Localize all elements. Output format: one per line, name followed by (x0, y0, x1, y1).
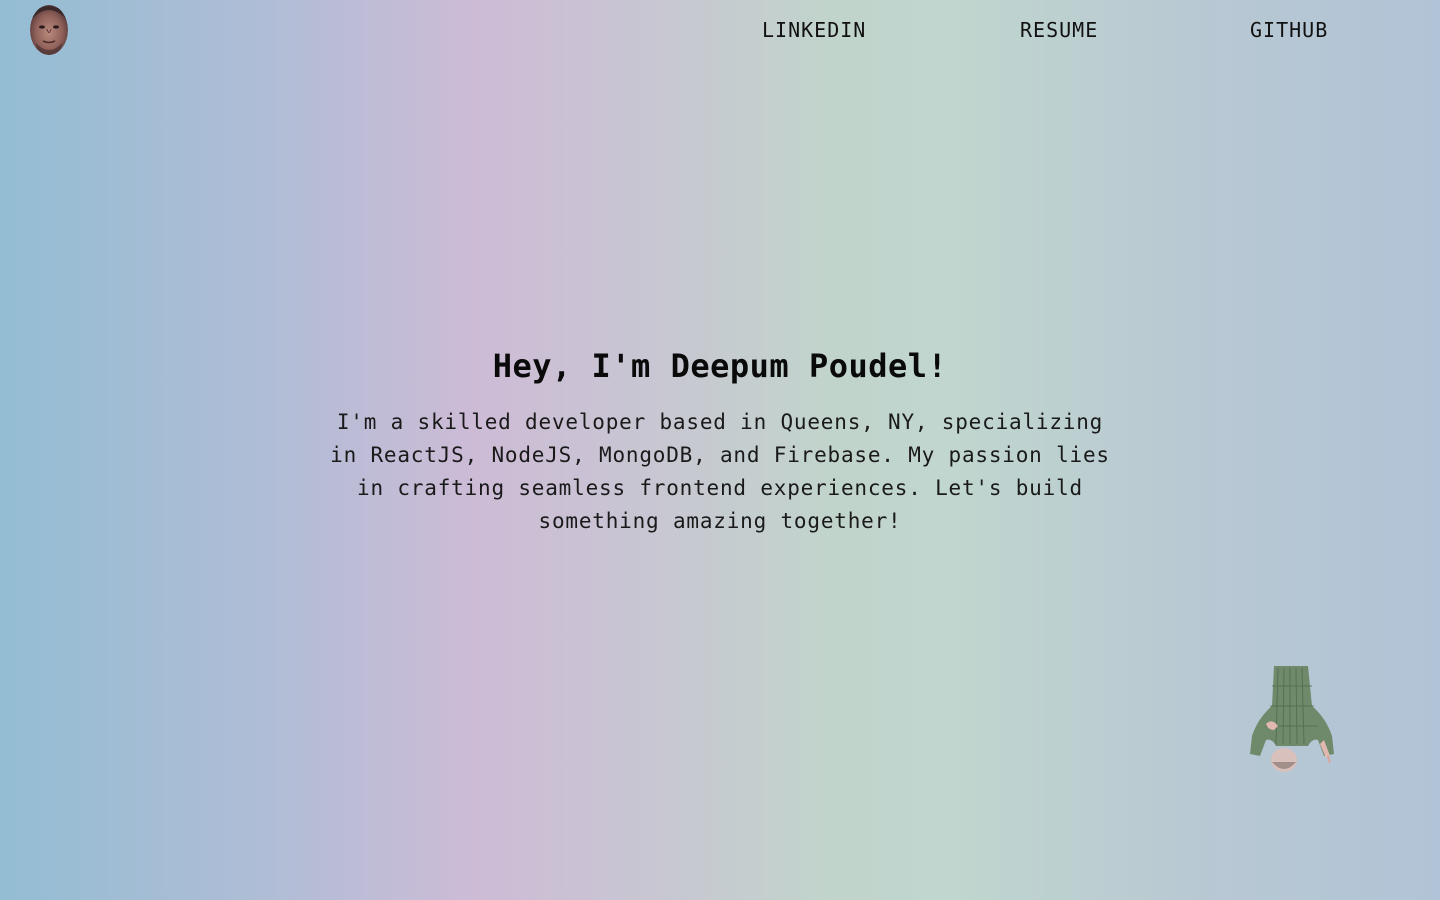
hero-section: Hey, I'm Deepum Poudel! I'm a skilled de… (300, 344, 1140, 538)
nav-link-github[interactable]: GITHUB (1250, 17, 1328, 43)
profile-photo-avatar-icon (30, 5, 68, 55)
profile-avatar-icon[interactable] (30, 5, 68, 55)
upside-down-person-icon (1246, 666, 1338, 774)
hero-bio: I'm a skilled developer based in Queens,… (330, 410, 1110, 533)
nav-link-resume[interactable]: RESUME (1020, 17, 1098, 43)
hero-title: Hey, I'm Deepum Poudel! (492, 347, 948, 385)
nav-link-linkedin[interactable]: LINKEDIN (762, 17, 866, 43)
